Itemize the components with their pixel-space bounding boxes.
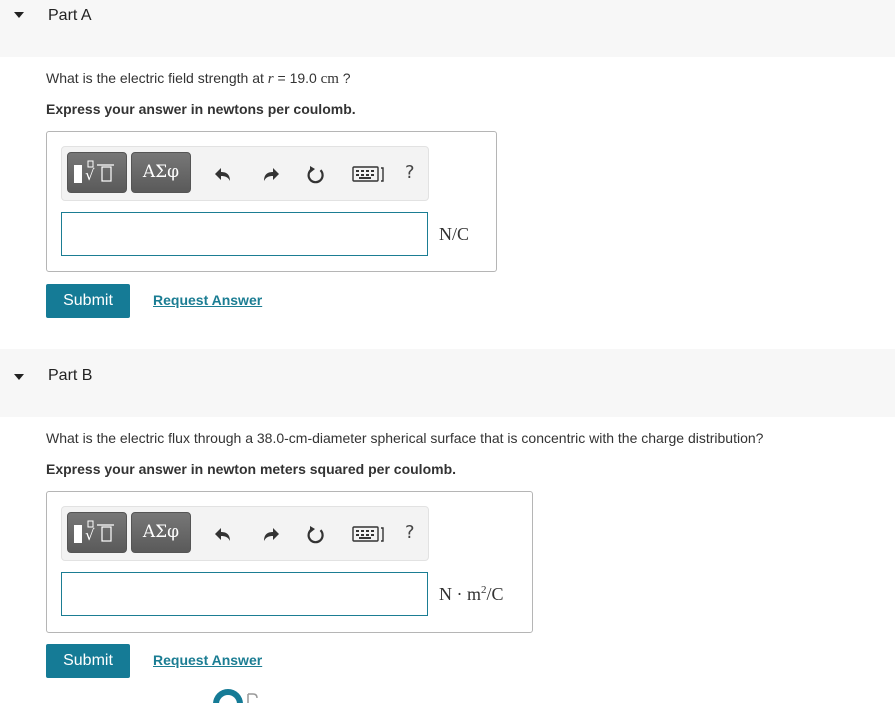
undo-icon[interactable] (214, 165, 234, 185)
part-a-answer-input[interactable] (61, 212, 428, 256)
value: 19.0 (289, 70, 317, 86)
caret-down-icon[interactable] (14, 374, 24, 380)
part-a-instruction: Express your answer in newtons per coulo… (46, 101, 356, 117)
template-icon: √ (74, 160, 114, 184)
eq-sign: = (273, 70, 290, 86)
unit-dot: · (452, 584, 467, 604)
redo-icon[interactable] (260, 165, 280, 185)
template-icon: √ (74, 520, 114, 544)
part-a-unit: N/C (439, 224, 470, 244)
symbols-button[interactable]: ΑΣφ (131, 512, 191, 553)
part-b-title: Part B (48, 367, 93, 384)
part-a-question: What is the electric field strength at r… (46, 70, 351, 88)
part-b-request-answer-link[interactable]: Request Answer (153, 652, 262, 668)
question-suffix: ? (338, 70, 351, 86)
unit-m: m (467, 584, 482, 604)
question-text: What is the electric field strength at (46, 70, 268, 86)
undo-icon[interactable] (214, 525, 234, 545)
template-button[interactable]: √ (67, 152, 127, 193)
reset-icon[interactable] (306, 525, 326, 545)
part-b-answer-input[interactable] (61, 572, 428, 616)
question-math: r = 19.0 cm (268, 70, 339, 87)
symbols-button[interactable]: ΑΣφ (131, 152, 191, 193)
unit-cm: cm (320, 71, 339, 87)
keyboard-icon[interactable] (352, 525, 384, 543)
math-toolbar: √ ΑΣφ ? (61, 146, 429, 201)
feedback-logo-icon (213, 689, 258, 703)
part-b-header[interactable]: Part B (0, 349, 895, 417)
template-button[interactable]: √ (67, 512, 127, 553)
svg-text:√: √ (85, 166, 95, 184)
part-a-title: Part A (48, 7, 92, 24)
help-icon[interactable]: ? (405, 162, 415, 183)
part-a-submit-button[interactable]: Submit (46, 284, 130, 318)
part-a-answer-box: √ ΑΣφ ? N/C (46, 131, 497, 272)
part-b-unit: N · m2/C (439, 584, 504, 605)
math-toolbar: √ ΑΣφ ? (61, 506, 429, 561)
part-b-instruction: Express your answer in newton meters squ… (46, 461, 457, 477)
svg-text:√: √ (85, 526, 95, 544)
caret-down-icon[interactable] (14, 12, 24, 18)
part-b-question: What is the electric flux through a 38.0… (46, 430, 764, 446)
part-a-request-answer-link[interactable]: Request Answer (153, 292, 262, 308)
unit-n: N (439, 584, 452, 604)
unit-tail: /C (486, 584, 504, 604)
reset-icon[interactable] (306, 165, 326, 185)
keyboard-icon[interactable] (352, 165, 384, 183)
help-icon[interactable]: ? (405, 522, 415, 543)
part-b-submit-button[interactable]: Submit (46, 644, 130, 678)
part-b-answer-box: √ ΑΣφ ? N · m2/C (46, 491, 533, 633)
redo-icon[interactable] (260, 525, 280, 545)
part-a-header[interactable]: Part A (0, 0, 895, 57)
